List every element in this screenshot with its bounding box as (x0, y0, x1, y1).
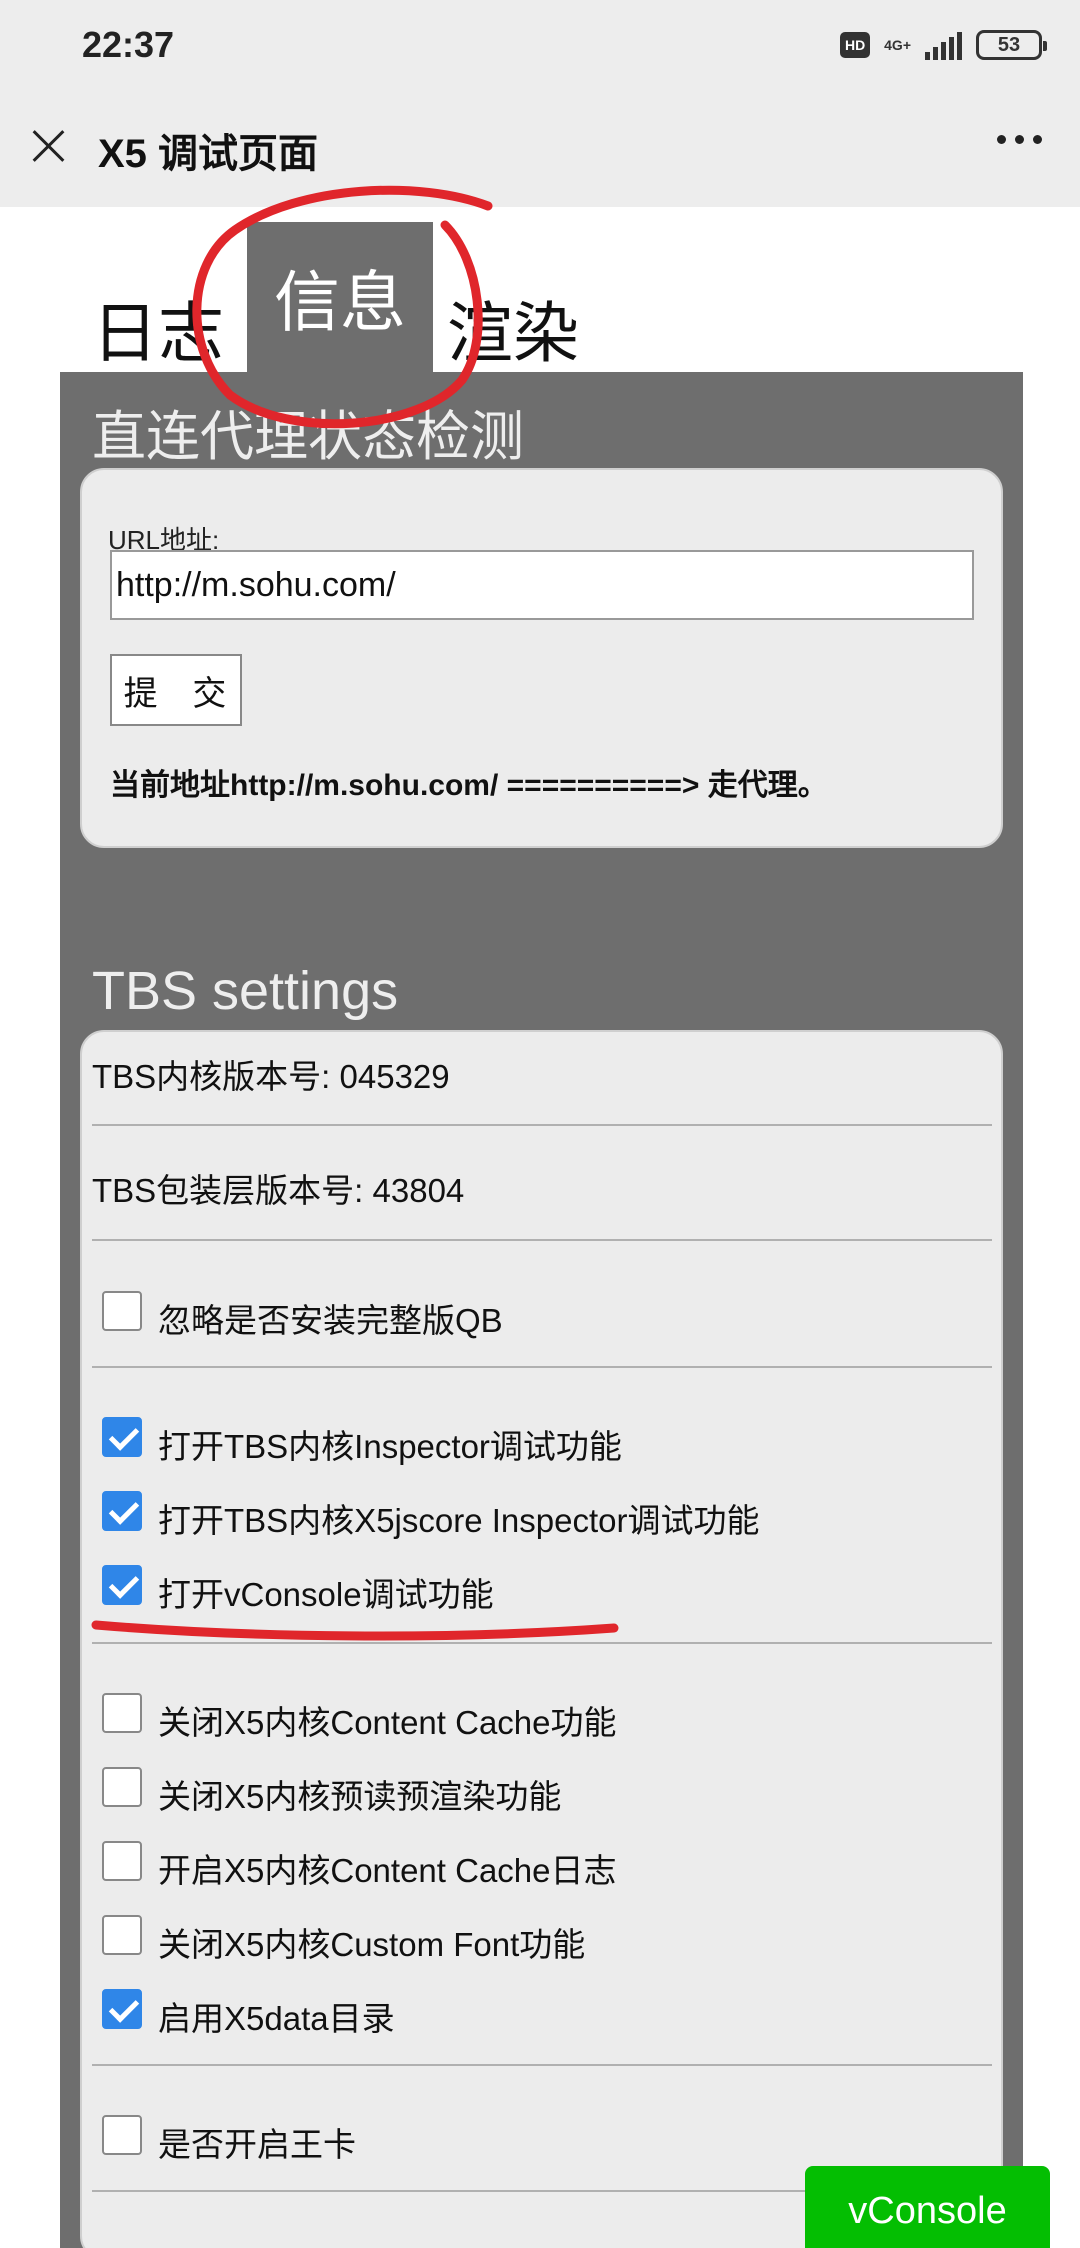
url-input[interactable] (110, 550, 974, 620)
checkbox-label: 是否开启王卡 (158, 2126, 356, 2163)
checkbox-label: 忽略是否安装完整版QB (158, 1302, 503, 1339)
checkbox[interactable] (102, 2115, 142, 2155)
checkbox[interactable] (102, 1915, 142, 1955)
status-time: 22:37 (82, 24, 175, 65)
checkbox-row-prerender[interactable]: 关闭X5内核预读预渲染功能 (102, 1756, 561, 1818)
checkbox-label: 打开TBS内核Inspector调试功能 (158, 1428, 622, 1465)
checkbox[interactable] (102, 1841, 142, 1881)
checkbox[interactable] (102, 1491, 142, 1531)
tbs-core-version: TBS内核版本号: 045329 (92, 1058, 450, 1095)
checkbox-row-cache-log[interactable]: 开启X5内核Content Cache日志 (102, 1830, 617, 1892)
checkbox[interactable] (102, 1767, 142, 1807)
checkbox-row-vconsole[interactable]: 打开vConsole调试功能 (102, 1554, 494, 1616)
tab-bar: 日志 信息 渲染 (92, 222, 579, 372)
tbs-wrapper-version: TBS包装层版本号: 43804 (92, 1172, 465, 1209)
tab-render[interactable]: 渲染 (433, 222, 579, 372)
status-bar: 22:37 HD 4G+ 53 (0, 0, 1080, 95)
signal-icon (925, 30, 962, 60)
battery-icon: 53 (976, 30, 1047, 60)
checkbox[interactable] (102, 1417, 142, 1457)
more-dots-icon[interactable] (997, 135, 1042, 144)
tab-info[interactable]: 信息 (247, 222, 433, 372)
checkbox-label: 开启X5内核Content Cache日志 (158, 1852, 617, 1889)
hd-icon: HD (840, 32, 871, 58)
vconsole-button[interactable]: vConsole (805, 2166, 1050, 2248)
checkbox-row-wangka[interactable]: 是否开启王卡 (102, 2104, 356, 2166)
checkbox-label: 关闭X5内核预读预渲染功能 (158, 1778, 562, 1815)
checkbox-label: 启用X5data目录 (158, 2000, 395, 2037)
divider (92, 1239, 992, 1241)
close-icon[interactable] (26, 123, 72, 169)
proxy-card: URL地址: 提 交 当前地址http://m.sohu.com/ ======… (80, 468, 1003, 848)
checkbox-row-ignore-qb[interactable]: 忽略是否安装完整版QB (102, 1280, 503, 1342)
tbs-card: TBS内核版本号: 045329 TBS包装层版本号: 43804 忽略是否安装… (80, 1030, 1003, 2248)
checkbox-label: 关闭X5内核Custom Font功能 (158, 1926, 586, 1963)
proxy-result: 当前地址http://m.sohu.com/ ==========> 走代理。 (110, 769, 828, 802)
title-bar: X5 调试页面 (0, 95, 1080, 207)
checkbox-row-custom-font[interactable]: 关闭X5内核Custom Font功能 (102, 1904, 585, 1966)
network-type: 4G+ (884, 37, 911, 53)
checkbox-label: 打开vConsole调试功能 (158, 1576, 494, 1613)
divider (92, 2064, 992, 2066)
checkbox-row-jscore-inspector[interactable]: 打开TBS内核X5jscore Inspector调试功能 (102, 1480, 759, 1542)
divider (92, 1124, 992, 1126)
checkbox[interactable] (102, 1291, 142, 1331)
proxy-section-title: 直连代理状态检测 (92, 407, 524, 467)
tbs-section-title: TBS settings (92, 961, 399, 1021)
checkbox[interactable] (102, 1565, 142, 1605)
checkbox-label: 关闭X5内核Content Cache功能 (158, 1704, 617, 1741)
divider (92, 1642, 992, 1644)
checkbox-row-content-cache[interactable]: 关闭X5内核Content Cache功能 (102, 1682, 617, 1744)
checkbox[interactable] (102, 1693, 142, 1733)
checkbox[interactable] (102, 1989, 142, 2029)
tab-log[interactable]: 日志 (92, 222, 247, 372)
page-title: X5 调试页面 (98, 132, 319, 176)
submit-button[interactable]: 提 交 (110, 654, 242, 726)
checkbox-row-inspector[interactable]: 打开TBS内核Inspector调试功能 (102, 1406, 622, 1468)
checkbox-label: 打开TBS内核X5jscore Inspector调试功能 (158, 1502, 760, 1539)
checkbox-row-x5data[interactable]: 启用X5data目录 (102, 1978, 395, 2040)
divider (92, 1366, 992, 1368)
info-panel: 直连代理状态检测 URL地址: 提 交 当前地址http://m.sohu.co… (60, 372, 1023, 2248)
status-indicators: HD 4G+ 53 (840, 30, 1047, 60)
